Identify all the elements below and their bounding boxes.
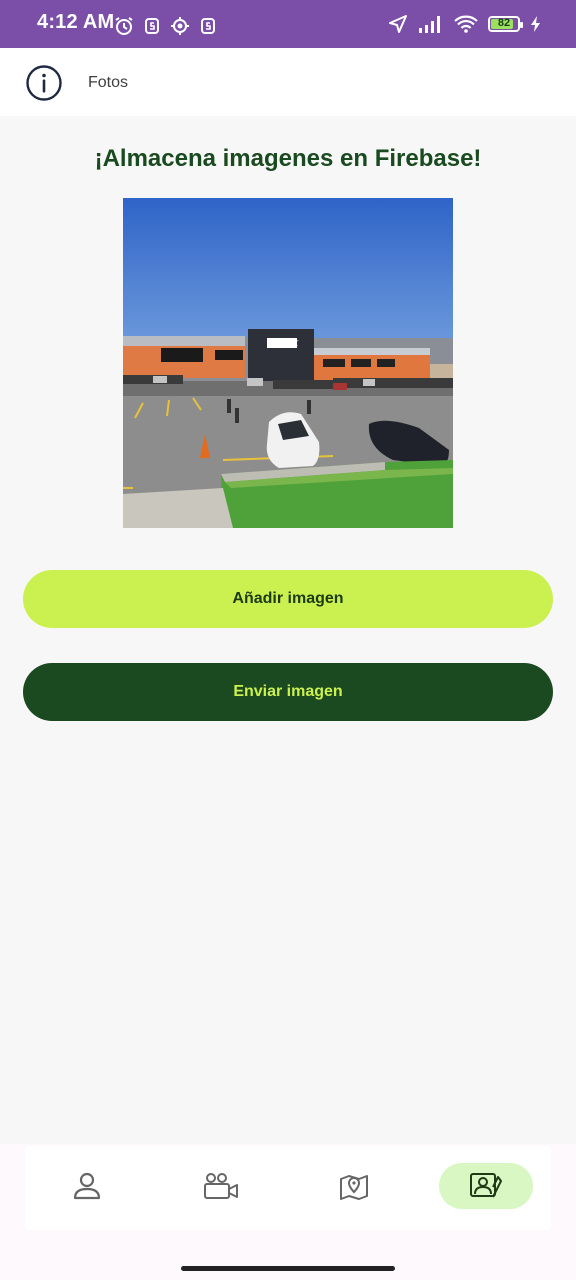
add-image-button[interactable]: Añadir imagen	[23, 570, 553, 628]
bottom-navigation	[0, 1144, 576, 1280]
home-indicator[interactable]	[181, 1266, 395, 1271]
battery-icon: 82	[488, 16, 523, 32]
nav-item-photos[interactable]	[439, 1163, 533, 1209]
send-image-button[interactable]: Enviar imagen	[23, 663, 553, 721]
status-time: 4:12 AM	[37, 11, 115, 33]
app-s-icon	[145, 18, 159, 34]
app-header: Fotos	[0, 48, 576, 116]
photo-sign-text: outlet	[269, 338, 299, 349]
info-icon[interactable]	[25, 64, 63, 102]
bottom-nav-bar	[25, 1146, 551, 1230]
nav-item-map[interactable]	[326, 1164, 382, 1208]
video-camera-icon	[204, 1173, 238, 1199]
map-pin-icon	[340, 1175, 368, 1200]
status-icons-left	[114, 16, 218, 36]
header-title: Fotos	[88, 74, 129, 91]
photo-id-icon	[470, 1173, 502, 1198]
nav-item-profile[interactable]	[59, 1164, 115, 1208]
navigation-arrow-icon	[389, 15, 407, 33]
app-s-icon	[201, 18, 215, 34]
charging-bolt-icon	[531, 16, 540, 32]
person-icon	[73, 1172, 101, 1200]
alarm-icon	[115, 17, 133, 35]
status-bar: 4:12 AM 82	[0, 0, 576, 48]
status-icons-right: 82	[388, 14, 542, 34]
uploaded-photo: outlet	[123, 198, 453, 528]
signal-icon	[419, 16, 440, 33]
page-title: ¡Almacena imagenes en Firebase!	[94, 145, 482, 172]
nav-item-video[interactable]	[193, 1164, 249, 1208]
location-target-icon	[171, 17, 189, 35]
wifi-icon	[454, 15, 478, 33]
battery-level: 82	[497, 17, 511, 29]
